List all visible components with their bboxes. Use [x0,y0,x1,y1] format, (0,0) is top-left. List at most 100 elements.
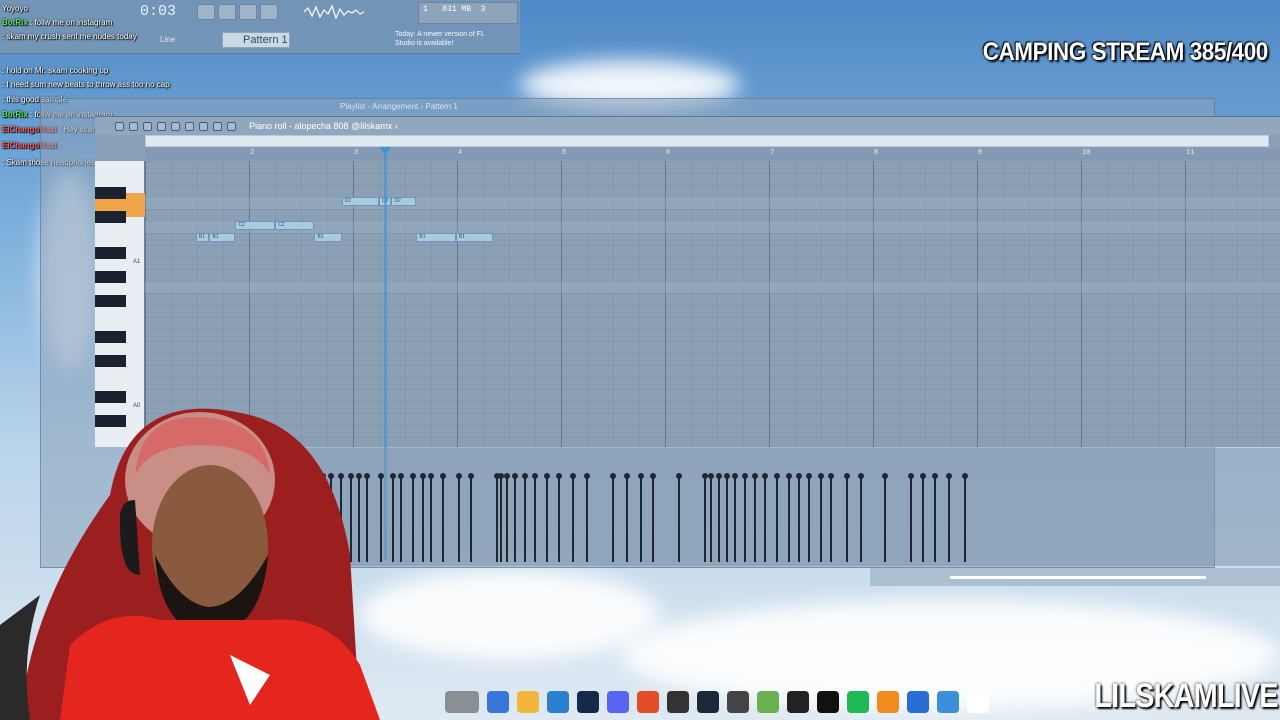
taskview-icon[interactable] [445,691,479,713]
velocity-stem[interactable] [732,473,738,562]
velocity-stem[interactable] [828,473,834,562]
menu-icon[interactable] [115,121,124,131]
black-key[interactable] [95,295,126,307]
notepad-icon[interactable] [907,691,929,713]
app-icon[interactable] [757,691,779,713]
velocity-stem[interactable] [456,473,462,562]
pattern-selector[interactable]: Pattern 1 [222,32,290,48]
midi-note[interactable]: B1 [195,233,210,242]
black-key[interactable] [95,247,126,259]
velocity-stem[interactable] [762,473,768,562]
steam-icon[interactable] [697,691,719,713]
velocity-stem[interactable] [522,473,528,562]
store-icon[interactable] [547,691,569,713]
mute-tool-icon[interactable] [171,121,180,131]
velocity-stem[interactable] [702,473,708,562]
bar-number[interactable]: 3 [354,149,358,157]
bar-number[interactable]: 6 [666,149,670,157]
midi-note[interactable]: C2 [274,221,315,230]
velocity-stem[interactable] [858,473,864,562]
velocity-stem[interactable] [724,473,730,562]
chat-username[interactable]: BotRix [2,18,28,27]
chat-username[interactable]: BotRix [2,110,28,119]
velocity-stem[interactable] [742,473,748,562]
horizontal-scrollbar[interactable] [870,568,1280,586]
black-key[interactable] [95,271,126,283]
bar-number[interactable]: 8 [874,149,878,157]
playhead-marker[interactable] [379,147,391,155]
velocity-stem[interactable] [638,473,644,562]
bar-number[interactable]: 7 [770,149,774,157]
black-key[interactable] [95,391,126,403]
velocity-stem[interactable] [610,473,616,562]
scroll-thumb[interactable] [950,576,1206,579]
bar-number[interactable]: 4 [458,149,462,157]
velocity-stem[interactable] [920,473,926,562]
bar-number[interactable]: 5 [562,149,566,157]
midi-note[interactable]: C2 [235,221,275,230]
velocity-stem[interactable] [908,473,914,562]
black-key[interactable] [95,187,126,199]
speaker-icon[interactable] [227,121,236,131]
black-key[interactable] [95,211,126,223]
obs-icon[interactable] [667,691,689,713]
bar-number[interactable]: 2 [250,149,254,157]
velocity-stem[interactable] [584,473,590,562]
midi-note[interactable]: D2 [391,197,417,206]
velocity-stem[interactable] [570,473,576,562]
velocity-lane[interactable] [300,448,1280,566]
velocity-stem[interactable] [440,473,446,562]
app-icon[interactable] [727,691,749,713]
slice-tool-icon[interactable] [185,121,194,131]
velocity-stem[interactable] [962,473,968,562]
zoom-tool-icon[interactable] [213,121,222,131]
capcut-icon[interactable] [817,691,839,713]
velocity-stem[interactable] [932,473,938,562]
folder-icon[interactable] [517,691,539,713]
pattern-song-toggle[interactable] [197,3,215,20]
bar-number[interactable]: 11 [1186,149,1194,157]
paint-tool-icon[interactable] [143,121,152,131]
brave-icon[interactable] [637,691,659,713]
photoshop-icon[interactable] [577,691,599,713]
velocity-stem[interactable] [818,473,824,562]
velocity-stem[interactable] [556,473,562,562]
snap-selector[interactable]: Line [160,35,175,44]
play-icon[interactable] [218,3,236,20]
velocity-stem[interactable] [544,473,550,562]
select-tool-icon[interactable] [199,121,208,131]
velocity-stem[interactable] [532,473,538,562]
photos-icon[interactable] [937,691,959,713]
black-key[interactable] [95,331,126,343]
midi-note[interactable]: B1 [314,233,342,242]
velocity-stem[interactable] [676,473,682,562]
velocity-stem[interactable] [504,473,510,562]
midi-note[interactable]: D2 [341,197,379,206]
velocity-stem[interactable] [512,473,518,562]
velocity-stem[interactable] [716,473,722,562]
velocity-stem[interactable] [708,473,714,562]
file-icon[interactable] [967,691,989,713]
black-key[interactable] [95,355,126,367]
midi-note[interactable]: B1 [416,233,456,242]
delete-tool-icon[interactable] [157,121,166,131]
stop-icon[interactable] [239,3,257,20]
velocity-stem[interactable] [844,473,850,562]
velocity-stem[interactable] [624,473,630,562]
spotify-icon[interactable] [847,691,869,713]
velocity-stem[interactable] [786,473,792,562]
velocity-stem[interactable] [796,473,802,562]
browser-icon[interactable] [487,691,509,713]
app-icon[interactable] [787,691,809,713]
overview-scrollbar[interactable] [145,135,1269,147]
bar-number[interactable]: 10 [1082,149,1090,157]
velocity-stem[interactable] [752,473,758,562]
bar-number[interactable]: 9 [978,149,982,157]
velocity-stem[interactable] [882,473,888,562]
velocity-stem[interactable] [498,473,504,562]
record-icon[interactable] [260,3,278,20]
velocity-stem[interactable] [494,473,500,562]
velocity-stem[interactable] [946,473,952,562]
draw-tool-icon[interactable] [129,121,138,131]
velocity-stem[interactable] [468,473,474,562]
